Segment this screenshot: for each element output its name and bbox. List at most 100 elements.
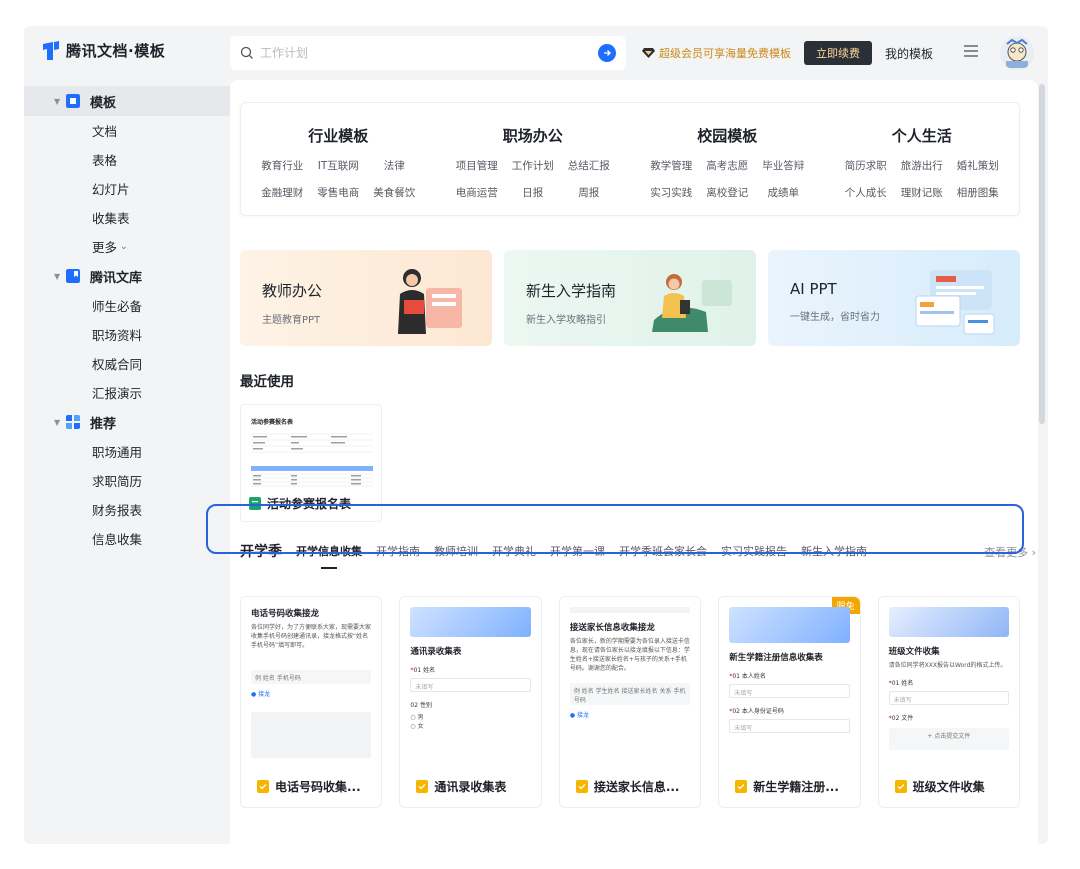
avatar[interactable] [1000,36,1034,70]
grid-icon [66,415,80,429]
category-personal: 个人生活 简历求职 旅游出行 婚礼策划 个人成长 理财记账 相册图集 [825,103,1020,215]
sidebar-item-sheet[interactable]: 表格 [24,145,230,174]
category-link[interactable]: 金融理财 [254,185,310,200]
search-input[interactable] [260,46,598,60]
preview-option-label: 男 [417,714,424,721]
diamond-icon [642,48,655,58]
search-bar[interactable] [230,36,626,70]
category-link[interactable]: 周报 [561,185,617,200]
preview-button: ● 接龙 [569,712,589,719]
sidebar: ▼ 模板 文档 表格 幻灯片 收集表 更多 ⌄ ▼ 腾讯文库 师生必备 职场资料… [24,86,230,553]
preview-question: 02 性别 [410,702,432,709]
preview-title: 班级文件收集 [888,647,940,657]
sidebar-group-library[interactable]: ▼ 腾讯文库 [24,261,230,291]
category-title[interactable]: 校园模板 [630,125,825,146]
template-name: 新生学籍注册... [753,780,839,794]
sidebar-item-form[interactable]: 收集表 [24,203,230,232]
category-link[interactable]: 个人成长 [838,185,894,200]
template-title: 接送家长信息... [575,778,680,795]
template-title: 电话号码收集... [257,778,361,795]
category-link[interactable]: 教学管理 [643,158,699,173]
category-link[interactable]: 实习实践 [643,185,699,200]
search-submit-button[interactable] [598,44,616,62]
avatar-image [1000,36,1034,70]
sidebar-item-more[interactable]: 更多 ⌄ [24,232,230,261]
category-link[interactable]: 成绩单 [755,185,811,200]
sidebar-group-recommend[interactable]: ▼ 推荐 [24,407,230,437]
category-title[interactable]: 个人生活 [825,125,1020,146]
preview-button: ● 接龙 [251,691,271,698]
preview-title: 新生学籍注册信息收集表 [729,653,823,663]
template-card[interactable]: 班级文件收集 请各位同学将XXX报告以Word的格式上传。 *01 姓名 未填写… [877,596,1021,808]
banner-teacher-office[interactable]: 教师办公 主题教育PPT [240,250,492,346]
spreadsheet-preview [251,433,373,487]
main-panel: 行业模板 教育行业 IT互联网 法律 金融理财 零售电商 美食餐饮 职场办公 项… [230,80,1038,844]
renew-button[interactable]: 立即续费 [804,41,872,65]
category-link[interactable]: 法律 [366,158,422,173]
template-name: 电话号码收集... [275,780,361,794]
preview-text: 各位家长，新的学期需要为各位录入接送卡信息，现在请各位家长以接龙填报以下信息：学… [569,638,690,672]
template-name: 接送家长信息... [593,780,680,794]
category-link[interactable]: 理财记账 [894,185,950,200]
scrollbar[interactable] [1038,80,1046,844]
thumb-title: 活动参赛报名表 [251,419,294,426]
category-link[interactable]: 日报 [505,185,561,200]
category-link[interactable]: IT互联网 [310,158,366,173]
preview-title: 电话号码收集接龙 [251,609,320,619]
sidebar-item-info-collect[interactable]: 信息收集 [24,524,230,553]
category-link[interactable]: 电商运营 [449,185,505,200]
logo[interactable]: 腾讯文档·模板 [42,40,165,61]
template-preview: 通讯录收集表 *01 姓名 未填写 02 性别 ○ 男 ○ 女 [400,597,540,769]
category-link[interactable]: 工作计划 [505,158,561,173]
tencent-docs-logo-icon [43,40,59,60]
category-link[interactable]: 高考志愿 [699,158,755,173]
category-title[interactable]: 行业模板 [241,125,436,146]
sidebar-item-slides[interactable]: 幻灯片 [24,174,230,203]
category-link[interactable]: 离校登记 [699,185,755,200]
template-card[interactable]: 通讯录收集表 *01 姓名 未填写 02 性别 ○ 男 ○ 女 通讯录收集表 [399,596,542,808]
category-link[interactable]: 总结汇报 [561,158,617,173]
template-card[interactable]: 限免 新生学籍注册信息收集表 *01 本人姓名 未填写 *02 本人身份证号码 … [718,596,861,808]
banner-ai-ppt[interactable]: AI PPT 一键生成，省时省力 [768,250,1020,346]
vip-promo[interactable]: 超级会员可享海量免费模板 [642,45,791,61]
template-card[interactable]: 电话号码收集接龙 各位同学好，为了方便联系大家，现需要大家收集手机号码创建通讯录… [240,596,383,808]
category-card: 行业模板 教育行业 IT互联网 法律 金融理财 零售电商 美食餐饮 职场办公 项… [240,102,1020,216]
category-link[interactable]: 相册图集 [950,185,1006,200]
preview-text: 各位同学好，为了方便联系大家，现需要大家收集手机号码创建通讯录，接龙格式按“姓名… [251,624,372,649]
category-title[interactable]: 职场办公 [436,125,631,146]
category-link[interactable]: 教育行业 [254,158,310,173]
category-link[interactable]: 美食餐饮 [366,185,422,200]
sidebar-group-templates[interactable]: ▼ 模板 [24,86,230,116]
sidebar-item-presentations[interactable]: 汇报演示 [24,378,230,407]
scrollbar-thumb[interactable] [1039,84,1045,424]
student-illustration [652,274,732,332]
recent-item-thumbnail: 活动参赛报名表 [241,405,381,487]
sidebar-item-resume[interactable]: 求职简历 [24,466,230,495]
sidebar-item-general[interactable]: 职场通用 [24,437,230,466]
form-file-icon [257,780,269,793]
sidebar-item-teachers[interactable]: 师生必备 [24,291,230,320]
category-link[interactable]: 项目管理 [449,158,505,173]
preview-button-label: 接龙 [258,691,271,698]
banner-freshman-guide[interactable]: 新生入学指南 新生入学攻略指引 [504,250,756,346]
my-templates-link[interactable]: 我的模板 [885,45,933,62]
preview-question: *01 姓名 [888,680,914,687]
caret-down-icon: ▼ [54,96,61,106]
sidebar-item-workplace[interactable]: 职场资料 [24,320,230,349]
preview-input: 未填写 [410,678,531,692]
preview-question: *02 本人身份证号码 [729,708,784,715]
menu-icon[interactable] [963,44,979,58]
teacher-illustration [398,269,462,334]
preview-question-label: 01 姓名 [891,680,914,687]
category-link[interactable]: 零售电商 [310,185,366,200]
sidebar-item-doc[interactable]: 文档 [24,116,230,145]
preview-banner-image [888,607,1010,637]
category-link[interactable]: 旅游出行 [894,158,950,173]
preview-button-label: 接龙 [576,712,589,719]
category-link[interactable]: 婚礼策划 [950,158,1006,173]
category-link[interactable]: 简历求职 [838,158,894,173]
sidebar-item-finance[interactable]: 财务报表 [24,495,230,524]
sidebar-item-contracts[interactable]: 权威合同 [24,349,230,378]
template-card[interactable]: 接送家长信息收集接龙 各位家长，新的学期需要为各位录入接送卡信息，现在请各位家长… [558,596,702,808]
category-link[interactable]: 毕业答辩 [755,158,811,173]
